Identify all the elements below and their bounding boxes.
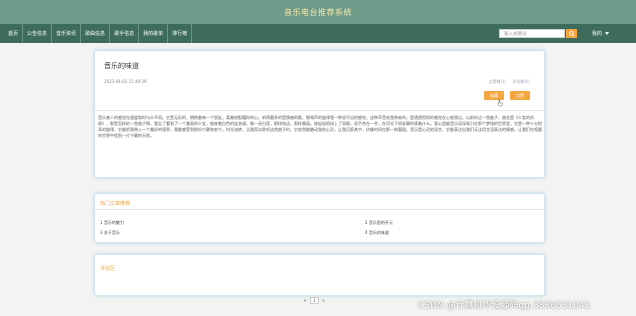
article-stats: 点赞数(1) 评论数(0) <box>489 79 530 85</box>
hot-articles-card: 热门文章推荐 1 音乐的魅力 2 音乐里的开元 3 关于音乐 4 音乐的味道 <box>94 193 545 243</box>
nav-item-home[interactable]: 首页 <box>0 24 24 43</box>
article-title: 音乐的味道 <box>104 62 139 70</box>
like-button[interactable]: 点赞 <box>510 91 530 100</box>
search-icon <box>568 30 575 37</box>
hot-article-link-3[interactable]: 3 关于音乐 <box>100 230 120 236</box>
article-body: 音乐感人的感觉在速度和时与众不同。它是无形的，拥抱着每一个朋友，柔美地慰藉你的心… <box>98 115 542 138</box>
comments-card: 评论区 <box>94 254 545 296</box>
comments-title: 评论区 <box>100 266 116 272</box>
search-button[interactable] <box>566 29 577 38</box>
top-header: 音乐电台推荐系统 <box>0 0 636 24</box>
hot-article-link-1[interactable]: 1 音乐的魅力 <box>100 220 124 226</box>
watermark: CSDN @计算机毕设源码qq-3836531041 <box>418 301 591 311</box>
article-actions: 收藏 点赞 <box>484 91 530 100</box>
nav-item-songs[interactable]: 歌曲信息 <box>81 24 111 43</box>
article-card: 音乐的味道 2023-04-02 15:49:39 点赞数(1) 评论数(0) … <box>94 50 545 178</box>
divider <box>95 209 544 210</box>
hot-article-link-4[interactable]: 4 音乐的味道 <box>365 230 389 236</box>
app-title: 音乐电台推荐系统 <box>284 7 352 17</box>
nav-item-playlists[interactable]: 我的歌单 <box>139 24 169 43</box>
nav-item-announcements[interactable]: 公告信息 <box>23 24 53 43</box>
current-page[interactable]: 1 <box>310 297 319 304</box>
like-count: 点赞数(1) <box>488 79 507 84</box>
user-menu[interactable]: 我的 <box>592 28 610 39</box>
user-menu-label: 我的 <box>592 31 603 37</box>
hot-article-link-2[interactable]: 2 音乐里的开元 <box>365 220 393 226</box>
article-date: 2023-04-02 15:49:39 <box>104 79 147 84</box>
chevron-down-icon <box>605 32 610 35</box>
pagination: < 1 > <box>302 297 327 304</box>
comment-count: 评论数(0) <box>512 79 530 84</box>
nav-item-rankings[interactable]: 排行榜 <box>168 24 193 43</box>
nav-item-music-news[interactable]: 音乐资讯 <box>52 24 82 43</box>
main-nav: 首页 公告信息 音乐资讯 歌曲信息 歌手信息 我的歌单 排行榜 输入关键词 我的 <box>0 24 636 43</box>
hot-articles-title: 热门文章推荐 <box>100 201 131 207</box>
divider <box>95 110 544 111</box>
mouse-cursor-icon <box>497 99 503 107</box>
prev-page-button[interactable]: < <box>302 297 308 304</box>
next-page-button[interactable]: > <box>321 297 327 304</box>
search-input[interactable]: 输入关键词 <box>499 29 565 38</box>
nav-item-singers[interactable]: 歌手信息 <box>110 24 140 43</box>
